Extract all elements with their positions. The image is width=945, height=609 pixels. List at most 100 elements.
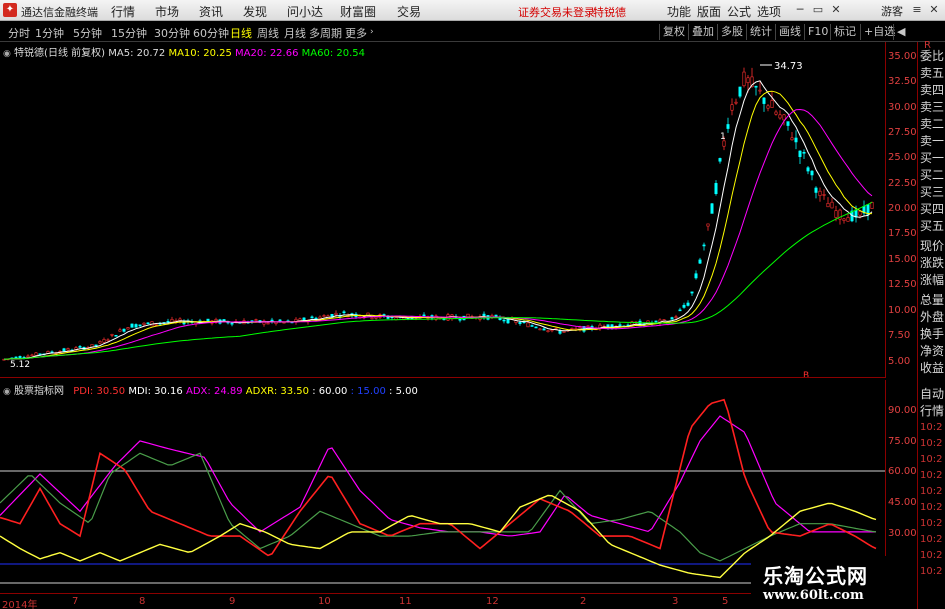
side-item[interactable]: 买四 (920, 200, 944, 217)
ma60-value: 20.54 (336, 48, 366, 59)
side-item[interactable]: 买二 (920, 166, 944, 183)
menu-wealth[interactable]: 财富圈 (340, 3, 376, 20)
tf-more-chevron-icon[interactable]: › (370, 27, 374, 37)
side-item[interactable]: 净资 (920, 342, 944, 359)
side-item[interactable]: 外盘 (920, 308, 944, 325)
stock-name: 特锐德 (593, 6, 626, 19)
candle-body (690, 291, 694, 294)
level-15-value: 15.00 (357, 386, 386, 397)
side-time: 10:2 (920, 438, 943, 449)
tf-30min[interactable]: 30分钟 (154, 25, 190, 41)
close-window-icon[interactable]: ✕ (828, 2, 844, 18)
window-close-icon[interactable]: ✕ (926, 2, 942, 18)
side-item[interactable]: 卖五 (920, 64, 944, 81)
side-item[interactable]: 换手 (920, 325, 944, 342)
side-item[interactable]: 行情 (920, 402, 944, 419)
watermark-title: 乐淘公式网 (763, 564, 868, 588)
tf-multi-period[interactable]: 多周期 (309, 25, 342, 41)
candle-body (686, 302, 690, 306)
candle-body (122, 328, 126, 332)
tf-5min[interactable]: 5分钟 (73, 25, 102, 41)
menu-discover[interactable]: 发现 (243, 3, 267, 20)
candle-body (110, 334, 114, 336)
date-tick: 10 (318, 596, 331, 607)
side-item[interactable]: 自动 (920, 385, 944, 402)
side-item[interactable]: 现价 (920, 237, 944, 254)
menu-layout[interactable]: 版面 (697, 3, 721, 20)
candle-body (726, 124, 730, 129)
side-item[interactable]: 卖三 (920, 98, 944, 115)
tf-weekly[interactable]: 周线 (257, 25, 279, 41)
date-tick: 7 (72, 596, 79, 607)
side-item[interactable]: 买一 (920, 149, 944, 166)
candle-body (834, 210, 838, 218)
side-item[interactable]: 买三 (920, 183, 944, 200)
side-time: 10:2 (920, 518, 943, 529)
tf-intraday[interactable]: 分时 (8, 25, 30, 41)
side-item[interactable]: 收益 (920, 359, 944, 376)
candle-body (674, 316, 678, 319)
mark-button[interactable]: 标记 (830, 24, 859, 40)
menu-quotes[interactable]: 行情 (111, 3, 135, 20)
f10-button[interactable]: F10 (804, 24, 831, 40)
candlestick-chart[interactable]: 5.12 34.73 1 B (0, 42, 885, 378)
side-item[interactable]: 买五 (920, 217, 944, 234)
candle-body (706, 223, 710, 227)
side-item[interactable]: 涨幅 (920, 271, 944, 288)
menu-formula[interactable]: 公式 (727, 3, 751, 20)
indicator-legend: ◉ 股票指标网 PDI: 30.50 MDI: 30.16 ADX: 24.89… (3, 382, 418, 397)
draw-line-button[interactable]: 画线 (775, 24, 804, 40)
menu-news[interactable]: 资讯 (199, 3, 223, 20)
indicator-toggle-icon[interactable]: ◉ (3, 387, 11, 397)
price-tick: 35.00 (888, 51, 917, 62)
candle-body (730, 104, 734, 111)
menu-trade[interactable]: 交易 (397, 3, 421, 20)
ma10-name: MA10 (168, 48, 197, 59)
candle-body (230, 322, 234, 325)
mdi-value: 30.16 (154, 386, 183, 397)
side-item[interactable]: 卖一 (920, 132, 944, 149)
side-item[interactable]: 卖四 (920, 81, 944, 98)
candle-body (738, 86, 742, 97)
menu-ask[interactable]: 问小达 (287, 3, 323, 20)
guest-label[interactable]: 游客 (881, 3, 903, 19)
side-item[interactable]: 卖二 (920, 115, 944, 132)
collapse-panel-icon[interactable]: ◀ (893, 24, 908, 40)
side-item[interactable]: 涨跌 (920, 254, 944, 271)
indicator-name[interactable]: 股票指标网 (14, 386, 64, 397)
menu-function[interactable]: 功能 (667, 3, 691, 20)
side-item[interactable]: 总量 (920, 291, 944, 308)
candle-body (702, 244, 706, 247)
menu-icon[interactable]: ≡ (909, 2, 925, 18)
candle-body (782, 114, 786, 121)
tf-more[interactable]: 更多 (345, 25, 367, 41)
restore-window-icon[interactable]: ▭ (810, 2, 826, 18)
minimize-window-icon[interactable]: ─ (792, 2, 808, 18)
overlay-button[interactable]: 叠加 (688, 24, 717, 40)
tf-15min[interactable]: 15分钟 (111, 25, 147, 41)
candle-body (786, 121, 790, 126)
legend-toggle-icon[interactable]: ◉ (3, 49, 11, 59)
tf-60min[interactable]: 60分钟 (193, 25, 229, 41)
stats-button[interactable]: 统计 (746, 24, 775, 40)
candle-body (98, 341, 102, 344)
adjust-button[interactable]: 复权 (659, 24, 688, 40)
multi-stock-button[interactable]: 多股 (717, 24, 746, 40)
tf-1min[interactable]: 1分钟 (35, 25, 64, 41)
side-item[interactable]: 委比 (920, 47, 944, 64)
tf-daily[interactable]: 日线 (230, 25, 252, 41)
candle-body (798, 150, 802, 158)
level-5-value: 5.00 (395, 386, 418, 397)
candle-body (26, 355, 30, 358)
price-tick: 15.00 (888, 254, 917, 265)
candle-body (154, 324, 158, 326)
tf-monthly[interactable]: 月线 (284, 25, 306, 41)
candle-body (714, 183, 718, 194)
candle-body (530, 325, 534, 327)
menu-market[interactable]: 市场 (155, 3, 179, 20)
menu-options[interactable]: 选项 (757, 3, 781, 20)
candle-body (754, 85, 758, 88)
login-notice[interactable]: 证券交易未登录 (518, 4, 595, 20)
candle-body (806, 167, 810, 172)
candle-body (62, 348, 66, 352)
